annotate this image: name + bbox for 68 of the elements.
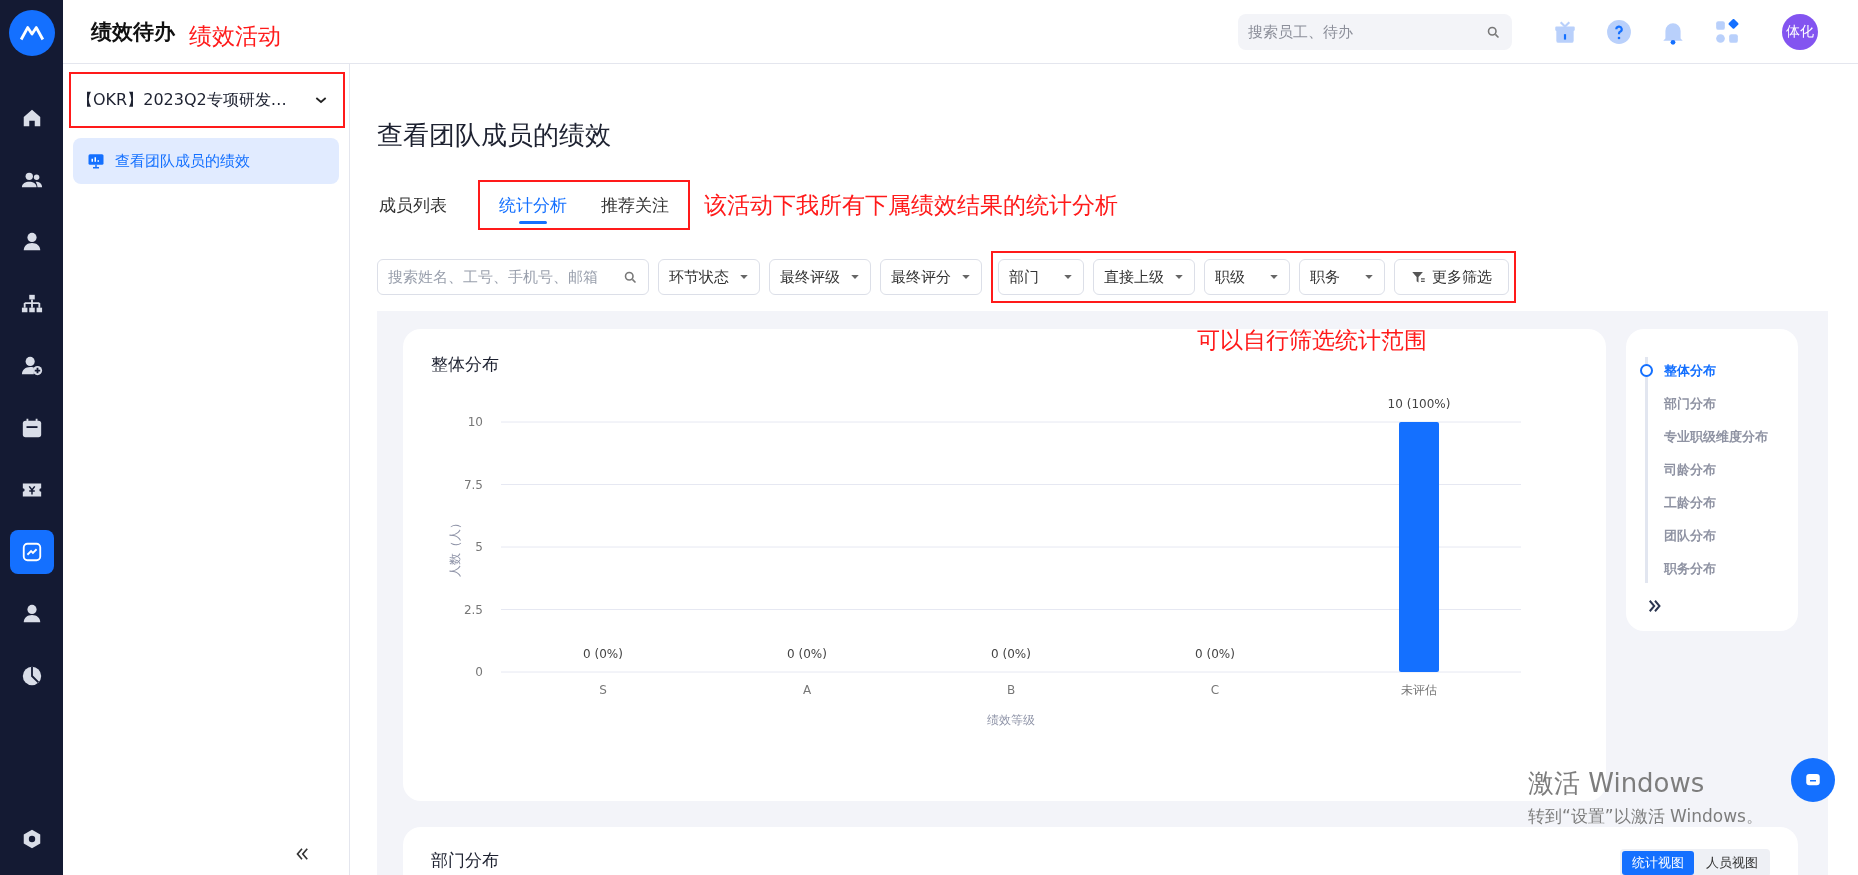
filter-dropdown[interactable]: 部门 — [998, 259, 1084, 295]
caret-down-icon — [1364, 272, 1374, 282]
view-option[interactable]: 人员视图 — [1696, 851, 1768, 875]
chart-trend-nav-button[interactable] — [9, 530, 54, 574]
filter-dropdown[interactable]: 最终评分 — [880, 259, 982, 295]
y-tick-label: 0 — [475, 665, 483, 679]
value-label: 0 (0%) — [1195, 647, 1235, 661]
activation-notice-title: 激活 Windows — [1528, 767, 1706, 800]
tab[interactable]: 统计分析 — [482, 182, 584, 228]
filter-dropdown[interactable]: 直接上级 — [1093, 259, 1195, 295]
caret-down-icon — [739, 272, 749, 282]
person-plus-icon — [20, 355, 43, 377]
card-title: 部门分布 — [431, 849, 499, 872]
x-tick-label: C — [1210, 683, 1220, 697]
search-icon — [1486, 24, 1501, 40]
user-avatar[interactable]: 体化 — [1782, 13, 1818, 50]
y-tick-label: 7.5 — [463, 477, 483, 492]
filter-dropdown[interactable]: 职务 — [1299, 259, 1385, 295]
filter-icon — [1411, 269, 1426, 285]
value-label: 0 (0%) — [583, 647, 623, 661]
value-label: 0 (0%) — [991, 647, 1031, 661]
side-nav-item[interactable]: 查看团队成员的绩效 — [73, 138, 339, 184]
more-filters-button[interactable]: 更多筛选 — [1394, 259, 1509, 295]
x-tick-label: A — [802, 683, 812, 697]
caret-down-icon — [850, 272, 860, 282]
caret-down-icon — [961, 272, 971, 282]
value-label: 10 (100%) — [1387, 397, 1451, 411]
caret-down-icon — [1174, 272, 1184, 282]
section-nav-link[interactable]: 整体分布 — [1640, 363, 1784, 379]
y-tick-label: 5 — [475, 540, 483, 554]
apps-grid-icon — [1714, 18, 1740, 45]
view-option[interactable]: 统计视图 — [1622, 851, 1694, 875]
apps-button[interactable] — [1714, 18, 1740, 45]
filter-dropdown[interactable]: 最终评级 — [769, 259, 871, 295]
x-tick-label: S — [599, 683, 607, 697]
app-logo[interactable] — [8, 10, 55, 56]
y-axis-title: 人数（人） — [448, 517, 462, 577]
page-title: 查看团队成员的绩效 — [377, 119, 612, 152]
value-label: 0 (0%) — [787, 647, 827, 661]
org-chart-icon — [20, 293, 43, 315]
presentation-icon — [87, 152, 105, 170]
y-tick-label: 10 — [467, 415, 483, 429]
page-header-title: 绩效待办 — [91, 18, 175, 46]
search-field[interactable]: 搜索姓名、工号、手机号、邮箱 — [377, 259, 649, 295]
x-axis-title: 绩效等级 — [987, 713, 1035, 727]
tab[interactable]: 推荐关注 — [584, 182, 686, 228]
help-button[interactable] — [1606, 18, 1632, 45]
caret-down-icon — [1269, 272, 1279, 282]
annotation-text: 绩效活动 — [189, 22, 281, 51]
y-tick-label: 2.5 — [463, 602, 483, 617]
filter-dropdown[interactable]: 职级 — [1204, 259, 1290, 295]
x-tick-label: B — [1006, 683, 1016, 697]
card-title: 整体分布 — [431, 353, 500, 376]
caret-down-icon — [1063, 272, 1073, 282]
activity-name: 【OKR】2023Q2专项研发… — [77, 89, 287, 111]
annotation-text: 可以自行筛选统计范围 — [1197, 326, 1427, 355]
filter-dropdown[interactable]: 环节状态 — [658, 259, 760, 295]
calendar-icon — [20, 417, 43, 439]
activation-notice-text: 转到“设置”以激活 Windows。 — [1528, 805, 1763, 828]
tab[interactable]: 成员列表 — [379, 182, 464, 228]
x-tick-label: 未评估 — [1401, 683, 1437, 697]
activity-dropdown[interactable]: 【OKR】2023Q2专项研发… — [69, 72, 345, 128]
question-icon — [1606, 18, 1632, 45]
search-icon — [623, 270, 638, 285]
pie-chart-icon — [20, 665, 43, 687]
search-field[interactable]: 搜索员工、待办 — [1238, 13, 1512, 50]
chart-trend-icon — [20, 541, 43, 563]
annotation-text: 该活动下我所有下属绩效结果的统计分析 — [704, 190, 1118, 220]
